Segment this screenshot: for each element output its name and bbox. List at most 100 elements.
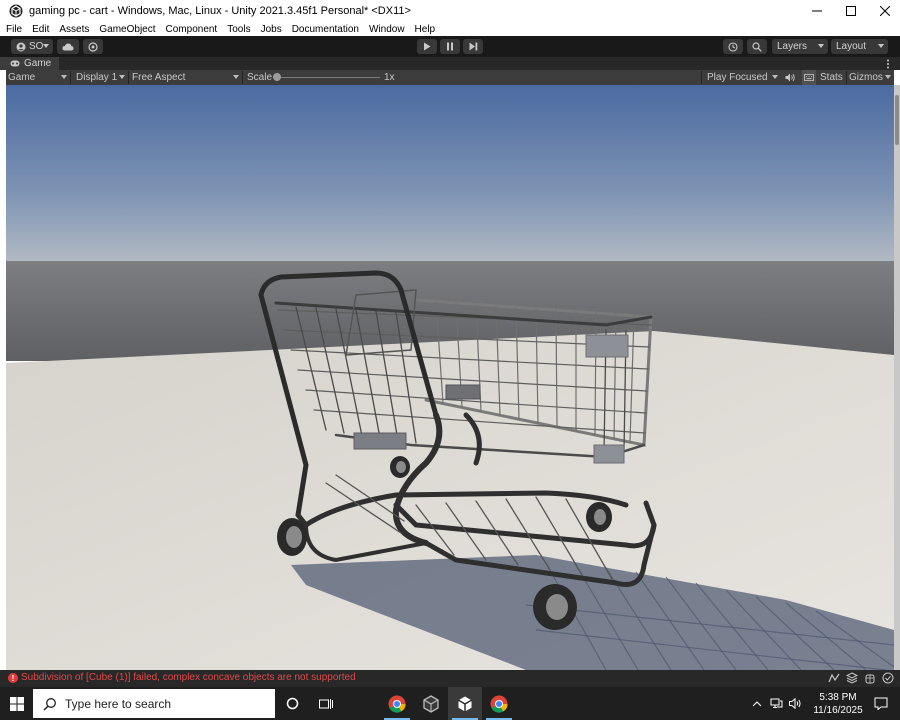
toolbar-divider bbox=[846, 71, 847, 84]
game-scene bbox=[6, 85, 894, 670]
account-label: SO bbox=[29, 41, 44, 52]
start-button[interactable] bbox=[0, 687, 33, 720]
cloud-button[interactable] bbox=[57, 39, 79, 54]
account-dropdown[interactable]: SO bbox=[11, 39, 53, 54]
play-mode-label: Play Focused bbox=[707, 72, 768, 83]
chrome-icon bbox=[490, 695, 508, 713]
cart-wheel bbox=[390, 456, 410, 478]
play-icon bbox=[424, 42, 431, 51]
play-button[interactable] bbox=[417, 39, 437, 54]
tab-game[interactable]: Game bbox=[0, 57, 60, 70]
toolbar-divider bbox=[70, 71, 71, 84]
menu-component[interactable]: Component bbox=[166, 24, 218, 35]
chevron-up-icon[interactable] bbox=[752, 700, 762, 707]
layers-label: Layers bbox=[777, 41, 808, 52]
search-icon bbox=[752, 41, 762, 52]
minimize-button[interactable] bbox=[802, 0, 832, 22]
aspect-dropdown[interactable]: Free Aspect bbox=[132, 70, 242, 85]
game-view-toolbar: Game Display 1 Free Aspect Scale 1x Play… bbox=[6, 70, 894, 85]
cart-wheel bbox=[277, 518, 307, 556]
gamepad-icon bbox=[10, 60, 20, 67]
taskbar-chrome-2[interactable] bbox=[482, 687, 516, 720]
maximize-button[interactable] bbox=[836, 0, 866, 22]
console-status-bar[interactable]: ! Subdivision of [Cube (1)] failed, comp… bbox=[0, 670, 900, 687]
unity-logo-icon bbox=[9, 4, 23, 18]
chevron-down-icon bbox=[885, 75, 891, 79]
debug-icon[interactable] bbox=[864, 672, 876, 684]
undo-history-button[interactable] bbox=[723, 39, 743, 54]
taskbar-unity-editor[interactable] bbox=[448, 687, 482, 720]
stats-label: Stats bbox=[820, 72, 843, 83]
console-error-message[interactable]: Subdivision of [Cube (1)] failed, comple… bbox=[21, 672, 356, 683]
menu-tools[interactable]: Tools bbox=[227, 24, 250, 35]
network-icon[interactable] bbox=[770, 698, 783, 709]
taskbar-chrome[interactable] bbox=[380, 687, 414, 720]
display-dropdown[interactable]: Display 1 bbox=[76, 70, 128, 85]
search-button[interactable] bbox=[747, 39, 767, 54]
toolbar-divider bbox=[128, 71, 129, 84]
stats-button[interactable]: Stats bbox=[820, 70, 846, 85]
layout-label: Layout bbox=[836, 41, 867, 52]
status-check-icon[interactable] bbox=[882, 672, 894, 684]
menu-assets[interactable]: Assets bbox=[59, 24, 89, 35]
keyboard-icon bbox=[804, 74, 814, 81]
progress-icon[interactable] bbox=[828, 672, 840, 684]
toolbar-divider bbox=[242, 71, 243, 84]
collab-button[interactable] bbox=[83, 39, 103, 54]
windows-logo-icon bbox=[9, 696, 24, 711]
volume-icon[interactable] bbox=[789, 698, 802, 709]
game-mode-dropdown[interactable]: Game bbox=[8, 70, 70, 85]
scale-slider-handle[interactable] bbox=[273, 73, 281, 81]
taskbar-unity-hub[interactable] bbox=[414, 687, 448, 720]
system-clock[interactable]: 5:38 PM 11/16/2025 bbox=[808, 691, 868, 717]
game-mode-label: Game bbox=[8, 72, 36, 83]
menu-edit[interactable]: Edit bbox=[32, 24, 49, 35]
layers-stack-icon[interactable] bbox=[846, 672, 858, 684]
chevron-down-icon bbox=[119, 75, 125, 79]
unity-hub-icon bbox=[423, 694, 439, 713]
task-view-icon bbox=[319, 698, 333, 709]
chevron-down-icon bbox=[772, 75, 778, 79]
menu-file[interactable]: File bbox=[6, 24, 22, 35]
menu-help[interactable]: Help bbox=[415, 24, 436, 35]
step-button[interactable] bbox=[463, 39, 483, 54]
status-bar-icons bbox=[822, 672, 894, 684]
vertical-scrollbar[interactable] bbox=[894, 85, 900, 670]
main-toolbar: SO Layers Layout bbox=[0, 36, 900, 57]
cortana-button[interactable] bbox=[275, 687, 309, 720]
scrollbar-thumb[interactable] bbox=[895, 95, 899, 145]
pause-button[interactable] bbox=[440, 39, 460, 54]
notifications-icon[interactable] bbox=[874, 697, 888, 710]
account-icon bbox=[16, 42, 26, 51]
speaker-icon bbox=[785, 73, 795, 82]
layout-dropdown[interactable]: Layout bbox=[831, 39, 888, 54]
mute-audio-button[interactable] bbox=[785, 70, 799, 85]
clock-time: 5:38 PM bbox=[819, 691, 857, 703]
menu-window[interactable]: Window bbox=[369, 24, 405, 35]
pause-icon bbox=[447, 42, 453, 51]
task-view-button[interactable] bbox=[309, 687, 343, 720]
step-icon bbox=[469, 42, 477, 51]
gizmos-dropdown[interactable]: Gizmos bbox=[849, 70, 894, 85]
scale-slider-track[interactable] bbox=[276, 77, 380, 78]
play-mode-dropdown[interactable]: Play Focused bbox=[707, 70, 781, 85]
chevron-down-icon bbox=[233, 75, 239, 79]
cloud-icon bbox=[62, 43, 74, 50]
layers-dropdown[interactable]: Layers bbox=[772, 39, 828, 54]
game-viewport[interactable] bbox=[6, 85, 894, 670]
error-icon: ! bbox=[8, 673, 18, 683]
taskbar-search-box[interactable]: Type here to search bbox=[33, 689, 275, 718]
menu-gameobject[interactable]: GameObject bbox=[99, 24, 155, 35]
close-button[interactable] bbox=[870, 0, 900, 22]
chrome-icon bbox=[388, 695, 406, 713]
menu-documentation[interactable]: Documentation bbox=[292, 24, 359, 35]
minimize-icon bbox=[812, 10, 822, 12]
scale-value: 1x bbox=[384, 72, 395, 83]
menu-jobs[interactable]: Jobs bbox=[261, 24, 282, 35]
more-options-icon[interactable] bbox=[886, 59, 890, 69]
maximize-icon bbox=[846, 6, 856, 16]
sky bbox=[6, 85, 894, 265]
chevron-down-icon bbox=[61, 75, 67, 79]
toolbar-divider bbox=[701, 71, 702, 84]
shortcuts-toggle[interactable] bbox=[802, 70, 816, 85]
